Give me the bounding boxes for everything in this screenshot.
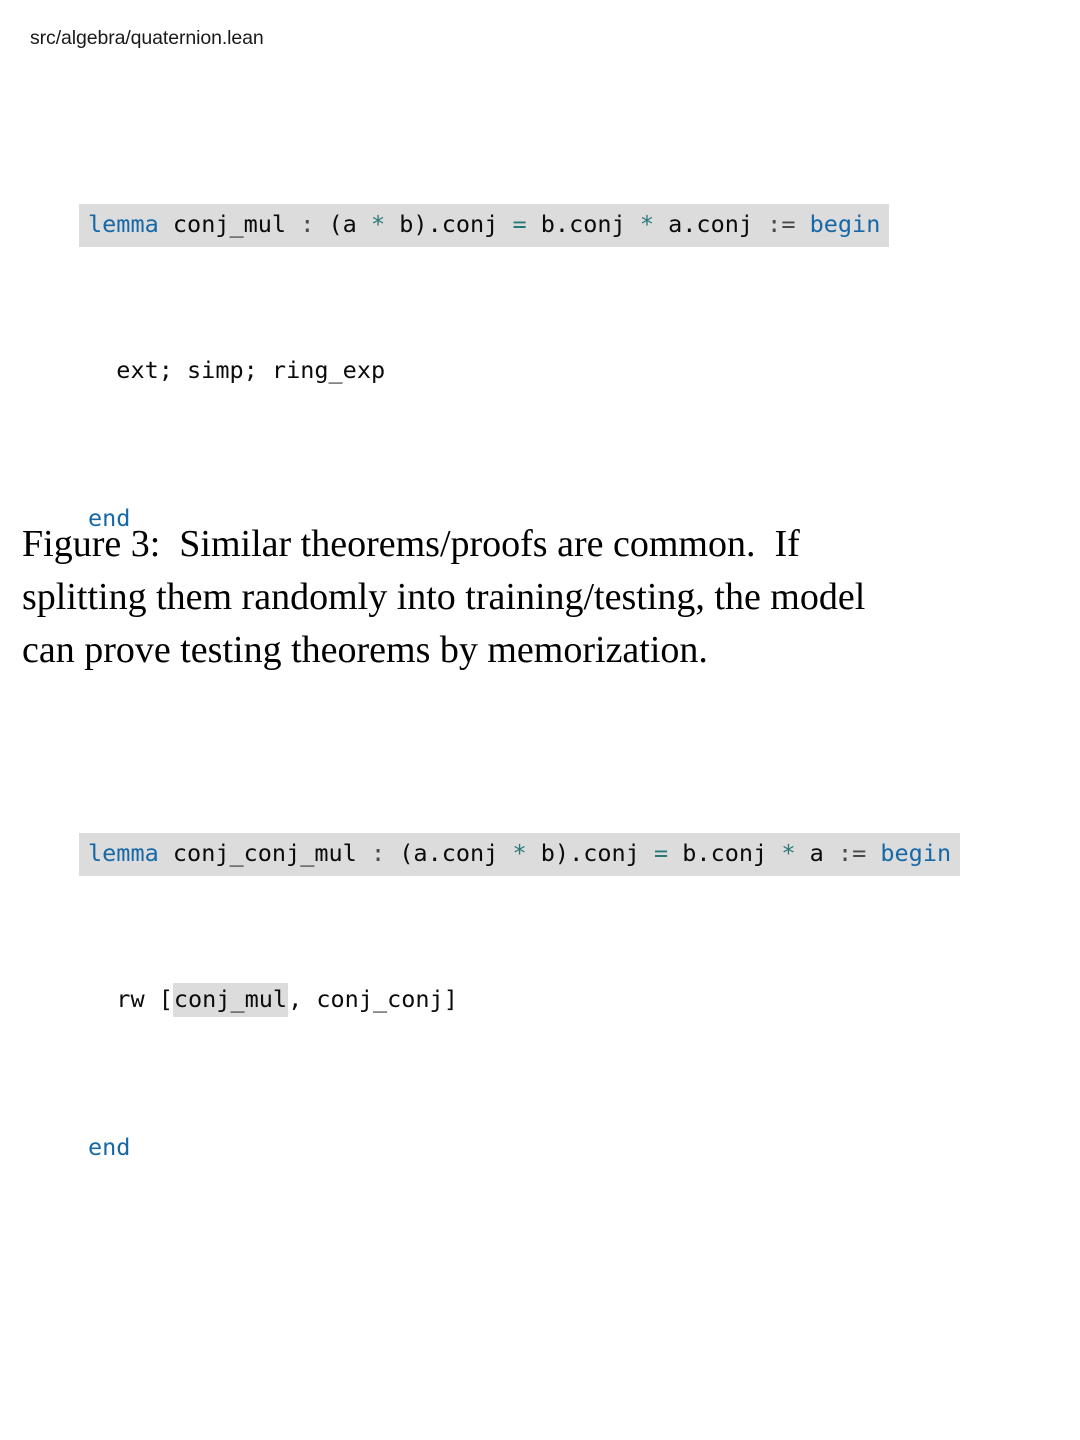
eq-operator: = <box>653 839 669 867</box>
source-file-path: src/algebra/quaternion.lean <box>30 27 264 49</box>
rhs-second: a.conj <box>653 210 768 238</box>
colon-token: : <box>370 839 386 867</box>
code-closing-line: end <box>88 1129 1078 1166</box>
colon-token: : <box>300 210 315 238</box>
mul-operator: * <box>512 839 527 867</box>
code-tactic-line: ext; simp; ring_exp <box>88 352 1078 389</box>
keyword-end: end <box>88 1133 131 1161</box>
mul-operator: * <box>370 210 386 238</box>
keyword-begin: begin <box>795 210 881 238</box>
code-statement-line: lemma conj_mul : (a * b).conj = b.conj *… <box>79 204 1078 247</box>
lhs-close: b).conj <box>385 210 513 238</box>
rewrite-lemma-highlight: conj_mul <box>172 983 289 1017</box>
caption-line-2: splitting them randomly into training/te… <box>22 576 866 618</box>
caption-line-1: Figure 3: Similar theorems/proofs are co… <box>22 523 800 565</box>
mul-operator-2: * <box>781 839 796 867</box>
rhs-second: a <box>795 839 838 867</box>
assign-token: := <box>767 210 796 238</box>
rewrite-suffix: , conj_conj] <box>288 985 458 1013</box>
rewrite-prefix: rw [ <box>88 985 173 1013</box>
rhs-first: b.conj <box>668 839 782 867</box>
keyword-lemma: lemma <box>88 839 159 867</box>
code-listing: lemma conj_mul : (a * b).conj = b.conj *… <box>79 56 1078 1440</box>
rhs-first: b.conj <box>526 210 640 238</box>
statement-highlight-band: lemma conj_conj_mul : (a.conj * b).conj … <box>79 833 961 876</box>
caption-line-3: can prove testing theorems by memorizati… <box>22 629 708 671</box>
mul-operator-2: * <box>639 210 654 238</box>
assign-token: := <box>837 839 867 867</box>
tactic-body: ext; simp; ring_exp <box>88 356 386 384</box>
figure-caption: Figure 3: Similar theorems/proofs are co… <box>22 518 1068 677</box>
statement-highlight-band: lemma conj_mul : (a * b).conj = b.conj *… <box>79 204 890 247</box>
keyword-begin: begin <box>866 839 952 867</box>
keyword-lemma: lemma <box>88 210 159 238</box>
code-tactic-line: rw [conj_mul, conj_conj] <box>88 981 1078 1018</box>
lhs-open: (a <box>314 210 371 238</box>
lemma-name: conj_conj_mul <box>158 839 371 867</box>
lemma-name: conj_mul <box>158 210 301 238</box>
code-statement-line: lemma conj_conj_mul : (a.conj * b).conj … <box>79 833 1078 876</box>
lhs-open: (a.conj <box>385 839 513 867</box>
lhs-close: b).conj <box>526 839 654 867</box>
eq-operator: = <box>512 210 527 238</box>
